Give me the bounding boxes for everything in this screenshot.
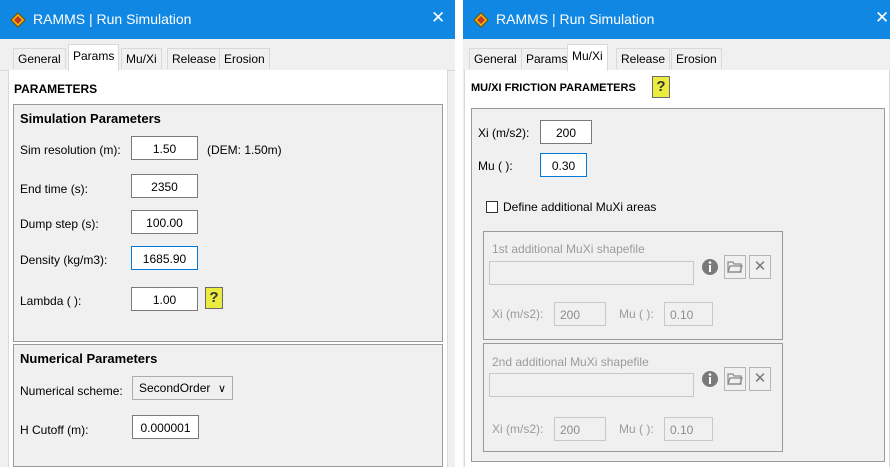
tab-general[interactable]: General [469, 48, 522, 69]
mu-xi-group: Xi (m/s2): 200 Mu ( ): 0.30 Define addit… [471, 108, 885, 462]
additional-muxi-area-2: 2nd additional MuXi shapefile ✕ Xi (m/s2… [483, 343, 783, 452]
mu-input[interactable]: 0.30 [540, 153, 587, 177]
chevron-down-icon: ∨ [217, 383, 226, 395]
tab-erosion[interactable]: Erosion [219, 48, 270, 69]
right-window: RAMMS | Run Simulation ✕ General Params … [463, 0, 890, 467]
tab-params[interactable]: Params [521, 48, 573, 69]
dump-step-label: Dump step (s): [20, 217, 99, 231]
numerical-parameters-group: Numerical Parameters Numerical scheme: S… [13, 344, 443, 467]
info-icon-glyph [702, 259, 718, 275]
clear-icon[interactable]: ✕ [749, 367, 771, 391]
area-xi-input[interactable]: 200 [554, 302, 606, 326]
window-title: RAMMS | Run Simulation [496, 11, 655, 27]
info-icon[interactable] [699, 255, 721, 279]
area-mu-input[interactable]: 0.10 [664, 302, 713, 326]
sim-resolution-label: Sim resolution (m): [20, 143, 121, 157]
define-muxi-areas-label[interactable]: Define additional MuXi areas [503, 200, 656, 214]
params-pane: PARAMETERS Simulation Parameters Sim res… [8, 70, 448, 467]
tab-params[interactable]: Params [68, 44, 120, 71]
page-title: PARAMETERS [14, 82, 98, 96]
open-folder-glyph [727, 261, 743, 273]
simulation-parameters-group: Simulation Parameters Sim resolution (m)… [13, 104, 443, 342]
tab-mu-xi[interactable]: Mu/Xi [567, 44, 608, 71]
left-titlebar[interactable]: RAMMS | Run Simulation ✕ [0, 0, 455, 39]
shapefile-title: 1st additional MuXi shapefile [492, 242, 645, 256]
group-title: Numerical Parameters [20, 351, 158, 366]
page-title: MU/XI FRICTION PARAMETERS [471, 82, 636, 94]
open-folder-icon[interactable] [724, 255, 746, 279]
ramms-app-icon [473, 12, 489, 28]
mu-label: Mu ( ): [478, 159, 513, 173]
group-title: Simulation Parameters [20, 111, 161, 126]
window-title: RAMMS | Run Simulation [33, 11, 192, 27]
h-cutoff-input[interactable]: 0.000001 [132, 415, 199, 439]
additional-muxi-area-1: 1st additional MuXi shapefile ✕ Xi (m/s2… [483, 231, 783, 340]
density-label: Density (kg/m3): [20, 253, 108, 267]
dem-resolution-note: (DEM: 1.50m) [207, 143, 282, 157]
info-icon[interactable] [699, 367, 721, 391]
numerical-scheme-select[interactable]: SecondOrder ∨ [132, 376, 233, 400]
define-muxi-areas-checkbox[interactable] [486, 201, 498, 213]
tab-release[interactable]: Release [616, 48, 671, 69]
tab-bar: General Params Mu/Xi Release Erosion [463, 39, 890, 71]
shapefile-title: 2nd additional MuXi shapefile [492, 355, 649, 369]
h-cutoff-label: H Cutoff (m): [20, 423, 89, 437]
info-icon-glyph [702, 371, 718, 387]
help-icon[interactable]: ? [652, 76, 670, 98]
area-xi-label: Xi (m/s2): [492, 422, 544, 436]
help-icon[interactable]: ? [205, 287, 223, 309]
tab-release[interactable]: Release [167, 48, 222, 69]
numerical-scheme-value: SecondOrder [139, 381, 211, 395]
left-window: RAMMS | Run Simulation ✕ General Params … [0, 0, 455, 467]
lambda-label: Lambda ( ): [20, 294, 82, 308]
lambda-input[interactable]: 1.00 [131, 287, 198, 311]
ramms-app-icon [10, 12, 26, 28]
tab-bar: General Params Mu/Xi Release Erosion [0, 39, 455, 71]
close-icon[interactable]: ✕ [875, 8, 889, 28]
close-icon[interactable]: ✕ [431, 8, 445, 28]
tab-mu-xi[interactable]: Mu/Xi [121, 48, 162, 69]
tab-erosion[interactable]: Erosion [671, 48, 722, 69]
xi-label: Xi (m/s2): [478, 126, 530, 140]
open-folder-icon[interactable] [724, 367, 746, 391]
open-folder-glyph [727, 373, 743, 385]
area-mu-label: Mu ( ): [619, 422, 654, 436]
density-input[interactable]: 1685.90 [131, 246, 198, 270]
numerical-scheme-label: Numerical scheme: [20, 384, 123, 398]
xi-input[interactable]: 200 [540, 120, 592, 144]
mu-xi-pane: MU/XI FRICTION PARAMETERS ? Xi (m/s2): 2… [464, 70, 890, 467]
right-titlebar[interactable]: RAMMS | Run Simulation ✕ [463, 0, 890, 39]
sim-resolution-input[interactable]: 1.50 [131, 136, 198, 160]
area-xi-label: Xi (m/s2): [492, 307, 544, 321]
dump-step-input[interactable]: 100.00 [131, 210, 198, 234]
shapefile-path-input[interactable] [489, 373, 694, 397]
area-mu-input[interactable]: 0.10 [664, 417, 713, 441]
area-xi-input[interactable]: 200 [554, 417, 606, 441]
tab-general[interactable]: General [13, 48, 66, 69]
area-mu-label: Mu ( ): [619, 307, 654, 321]
clear-icon[interactable]: ✕ [749, 255, 771, 279]
end-time-label: End time (s): [20, 182, 89, 196]
shapefile-path-input[interactable] [489, 261, 694, 285]
end-time-input[interactable]: 2350 [131, 174, 198, 198]
